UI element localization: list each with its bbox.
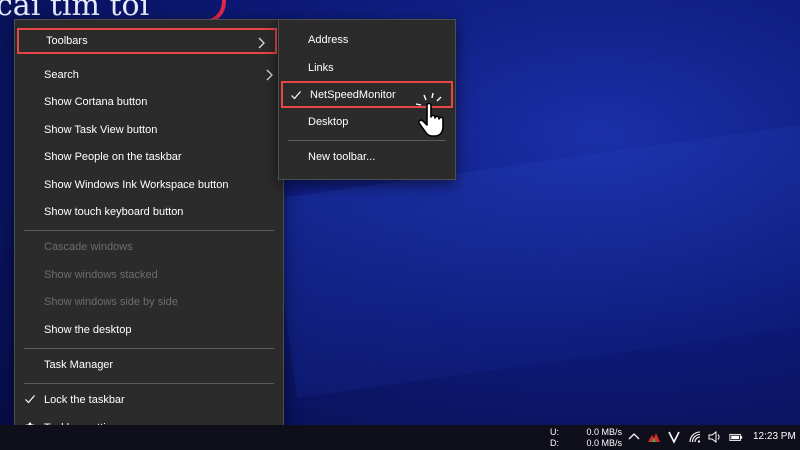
netspeed-monitor[interactable]: 0.0 MB/s 0.0 MB/s bbox=[584, 427, 622, 449]
submenu-item-address[interactable]: Address bbox=[279, 27, 455, 53]
menu-item-label: Show windows side by side bbox=[44, 296, 178, 308]
antivirus-icon[interactable] bbox=[647, 430, 661, 444]
chevron-up-icon[interactable] bbox=[627, 430, 641, 444]
v-app-icon[interactable] bbox=[667, 430, 681, 444]
menu-item-label: Show Cortana button bbox=[44, 96, 148, 108]
submenu-item-label: NetSpeedMonitor bbox=[310, 88, 396, 101]
upload-speed: 0.0 MB/s bbox=[586, 427, 622, 437]
download-label: D: bbox=[550, 438, 559, 448]
wifi-icon[interactable] bbox=[688, 430, 702, 444]
taskbar-context-menu: Toolbars Search Show Cortana button Show… bbox=[14, 19, 284, 446]
submenu-item-label: New toolbar... bbox=[308, 151, 376, 163]
menu-item-label: Lock the taskbar bbox=[44, 394, 125, 406]
chevron-right-icon bbox=[258, 37, 265, 49]
menu-item-show-cortana[interactable]: Show Cortana button bbox=[15, 89, 283, 115]
submenu-item-new-toolbar[interactable]: New toolbar... bbox=[279, 144, 455, 170]
menu-separator bbox=[24, 230, 274, 231]
menu-item-cascade-windows: Cascade windows bbox=[15, 234, 283, 260]
download-speed: 0.0 MB/s bbox=[586, 438, 622, 448]
menu-item-label: Show People on the taskbar bbox=[44, 151, 182, 163]
menu-item-windows-side-by-side: Show windows side by side bbox=[15, 289, 283, 315]
menu-item-show-touch-keyboard[interactable]: Show touch keyboard button bbox=[15, 199, 283, 225]
menu-item-show-ink-workspace[interactable]: Show Windows Ink Workspace button bbox=[15, 172, 283, 198]
menu-item-label: Search bbox=[44, 69, 79, 81]
upload-label: U: bbox=[550, 427, 559, 437]
menu-separator bbox=[24, 348, 274, 349]
menu-item-label: Show touch keyboard button bbox=[44, 206, 184, 218]
menu-item-task-manager[interactable]: Task Manager bbox=[15, 352, 283, 378]
menu-item-label: Show Windows Ink Workspace button bbox=[44, 179, 229, 191]
netspeed-labels: U: D: bbox=[550, 427, 559, 449]
menu-item-label: Toolbars bbox=[46, 35, 88, 47]
chevron-right-icon bbox=[266, 69, 273, 81]
menu-item-windows-stacked: Show windows stacked bbox=[15, 262, 283, 288]
menu-item-toolbars[interactable]: Toolbars bbox=[17, 28, 277, 54]
check-icon bbox=[291, 91, 301, 100]
submenu-item-label: Desktop bbox=[308, 116, 349, 128]
menu-item-label: Show the desktop bbox=[44, 324, 132, 336]
taskbar[interactable]: U: D: 0.0 MB/s 0.0 MB/s 12:23 PM bbox=[0, 425, 800, 450]
taskbar-clock[interactable]: 12:23 PM bbox=[753, 431, 796, 442]
menu-item-show-task-view[interactable]: Show Task View button bbox=[15, 117, 283, 143]
check-icon bbox=[25, 395, 35, 404]
submenu-item-label: Links bbox=[308, 62, 334, 74]
battery-icon[interactable] bbox=[729, 430, 743, 444]
hand-pointer-cursor-icon bbox=[415, 92, 444, 137]
menu-item-lock-taskbar[interactable]: Lock the taskbar bbox=[15, 387, 283, 413]
menu-item-search[interactable]: Search bbox=[15, 62, 283, 88]
menu-item-label: Show Task View button bbox=[44, 124, 158, 136]
submenu-item-links[interactable]: Links bbox=[279, 55, 455, 81]
menu-item-label: Cascade windows bbox=[44, 241, 133, 253]
speaker-icon[interactable] bbox=[708, 430, 722, 444]
menu-item-label: Task Manager bbox=[44, 359, 114, 371]
menu-separator bbox=[288, 140, 446, 141]
menu-item-show-desktop[interactable]: Show the desktop bbox=[15, 317, 283, 343]
menu-separator bbox=[24, 383, 274, 384]
menu-item-show-people[interactable]: Show People on the taskbar bbox=[15, 144, 283, 170]
submenu-item-label: Address bbox=[308, 34, 349, 46]
menu-item-label: Show windows stacked bbox=[44, 269, 158, 281]
